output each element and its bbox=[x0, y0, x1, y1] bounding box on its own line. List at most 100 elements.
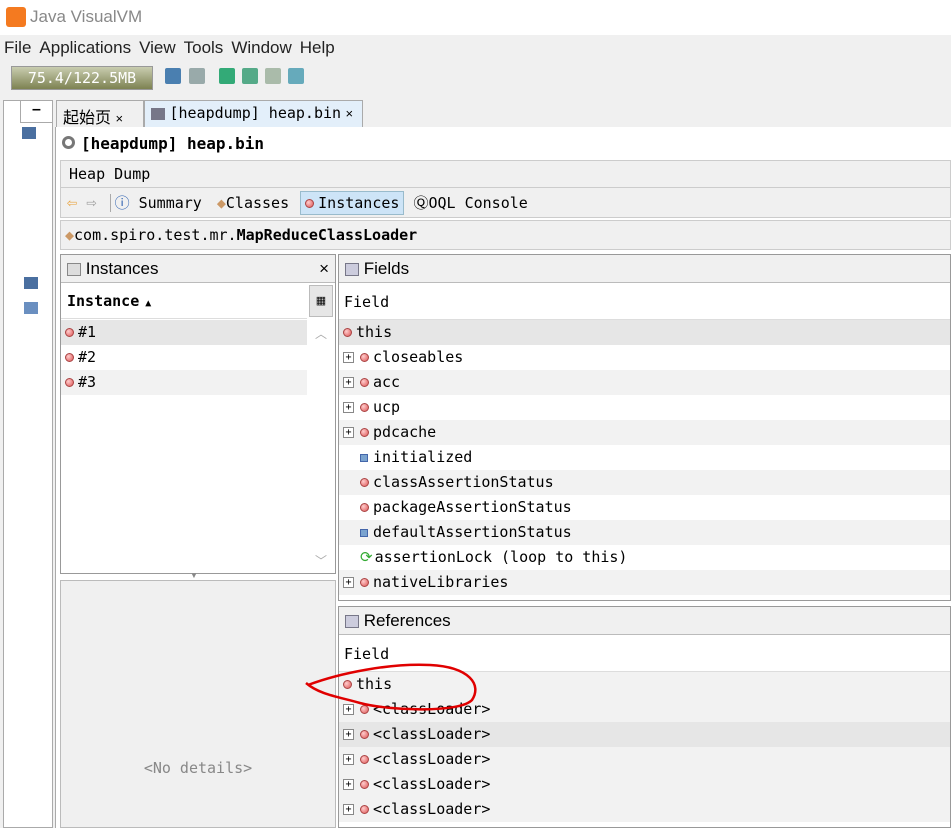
add-jmx-icon[interactable] bbox=[219, 68, 235, 84]
menu-help[interactable]: Help bbox=[296, 36, 339, 58]
class-path-bar: ◆com.spiro.test.mr.MapReduceClassLoader bbox=[60, 220, 951, 250]
field-row[interactable]: + ucp bbox=[339, 395, 950, 420]
expand-icon[interactable]: + bbox=[343, 729, 354, 740]
close-tab-icon[interactable]: × bbox=[346, 106, 354, 121]
instance-icon bbox=[65, 328, 74, 337]
column-selector-button[interactable]: ▦ bbox=[309, 285, 333, 317]
expand-icon[interactable]: + bbox=[343, 577, 354, 588]
instance-id: #2 bbox=[78, 348, 97, 366]
tree-snapshots-icon[interactable] bbox=[24, 302, 38, 314]
expand-icon[interactable]: + bbox=[343, 402, 354, 413]
expand-icon[interactable]: + bbox=[343, 779, 354, 790]
oql-label: OQL Console bbox=[428, 194, 528, 212]
reference-row[interactable]: + <classLoader> bbox=[339, 797, 950, 822]
menu-applications[interactable]: Applications bbox=[35, 36, 135, 58]
field-row[interactable]: initialized bbox=[339, 445, 950, 470]
instances-panel: Instances × Instance ▲ ▦ ︿ ﹀ #1 #2 #3 bbox=[60, 254, 336, 574]
splitter-handle[interactable]: ▼ bbox=[190, 571, 198, 580]
menu-view[interactable]: View bbox=[135, 36, 180, 58]
class-name: MapReduceClassLoader bbox=[236, 226, 418, 244]
instances-scrollbar[interactable]: ︿ ﹀ bbox=[309, 319, 333, 571]
summary-button[interactable]: ⓘ Summary bbox=[115, 194, 202, 212]
references-panel-icon bbox=[345, 615, 359, 629]
fields-tree: this + closeables + acc + ucp + pdcache initializ… bbox=[339, 320, 950, 595]
reference-row[interactable]: + <classLoader> bbox=[339, 722, 950, 747]
instance-row[interactable]: #2 bbox=[61, 345, 307, 370]
expand-icon[interactable]: + bbox=[343, 804, 354, 815]
expand-icon[interactable]: + bbox=[343, 427, 354, 438]
instance-column-label: Instance bbox=[67, 292, 140, 310]
classes-button[interactable]: ◆Classes bbox=[217, 194, 289, 212]
expand-icon[interactable]: + bbox=[343, 754, 354, 765]
red-annotation-circle bbox=[305, 663, 477, 711]
tab-start-page[interactable]: 起始页 × bbox=[56, 100, 144, 128]
field-row[interactable]: ⟳ assertionLock (loop to this) bbox=[339, 545, 950, 570]
add-remote-icon[interactable] bbox=[242, 68, 258, 84]
field-row[interactable]: this bbox=[339, 320, 950, 345]
instances-button[interactable]: Instances bbox=[300, 191, 405, 215]
close-panel-icon[interactable]: × bbox=[319, 259, 329, 279]
instance-field-icon bbox=[360, 378, 369, 387]
field-column-header[interactable]: Field bbox=[339, 283, 950, 320]
tree-remote-icon[interactable] bbox=[24, 277, 38, 289]
field-name: nativeLibraries bbox=[373, 573, 509, 591]
summary-label: Summary bbox=[138, 194, 202, 212]
close-tab-icon[interactable]: × bbox=[115, 111, 123, 126]
instances-panel-icon bbox=[67, 263, 81, 277]
menu-tools[interactable]: Tools bbox=[180, 36, 228, 58]
instance-column-header[interactable]: Instance ▲ bbox=[61, 283, 307, 319]
save-icon[interactable] bbox=[189, 68, 205, 84]
reference-icon bbox=[360, 730, 369, 739]
load-snapshot-icon[interactable] bbox=[265, 68, 281, 84]
menu-window[interactable]: Window bbox=[227, 36, 295, 58]
instance-id: #3 bbox=[78, 373, 97, 391]
field-row[interactable]: + acc bbox=[339, 370, 950, 395]
instance-field-icon bbox=[360, 478, 369, 487]
tab-heapdump[interactable]: [heapdump] heap.bin × bbox=[144, 100, 363, 128]
memory-indicator[interactable]: 75.4/122.5MB bbox=[11, 66, 153, 90]
instance-icon bbox=[65, 378, 74, 387]
primitive-field-icon bbox=[360, 528, 368, 537]
expand-icon[interactable]: + bbox=[343, 352, 354, 363]
field-name: closeables bbox=[373, 348, 464, 366]
instances-header: Instances × bbox=[61, 255, 335, 283]
field-row[interactable]: defaultAssertionStatus bbox=[339, 520, 950, 545]
field-row[interactable]: packageAssertionStatus bbox=[339, 495, 950, 520]
view-nav-bar: ⇦ ⇨ ⓘ Summary ◆Classes Instances ⓆOQL Co… bbox=[60, 188, 951, 218]
field-name: classAssertionStatus bbox=[373, 473, 554, 491]
minimize-button[interactable]: – bbox=[20, 101, 52, 123]
add-core-icon[interactable] bbox=[288, 68, 304, 84]
instance-icon bbox=[305, 199, 315, 208]
field-row[interactable]: + closeables bbox=[339, 345, 950, 370]
instance-row[interactable]: #3 bbox=[61, 370, 307, 395]
oql-console-button[interactable]: ⓆOQL Console bbox=[413, 194, 527, 212]
reference-row[interactable]: + <classLoader> bbox=[339, 747, 950, 772]
field-row[interactable]: + nativeLibraries bbox=[339, 570, 950, 595]
instance-field-icon bbox=[360, 578, 369, 587]
menu-file[interactable]: File bbox=[0, 36, 35, 58]
field-name: packageAssertionStatus bbox=[373, 498, 572, 516]
expand-icon[interactable]: + bbox=[343, 377, 354, 388]
fields-header: Fields bbox=[339, 255, 950, 283]
applications-sidebar: – bbox=[3, 100, 53, 828]
back-icon[interactable]: ⇦ bbox=[67, 193, 77, 213]
reference-name: <classLoader> bbox=[373, 725, 491, 743]
reference-icon bbox=[360, 805, 369, 814]
field-name: defaultAssertionStatus bbox=[373, 523, 572, 541]
forward-icon[interactable]: ⇨ bbox=[86, 193, 96, 213]
no-details-text: <No details> bbox=[143, 759, 253, 777]
reference-row[interactable]: + <classLoader> bbox=[339, 772, 950, 797]
field-row[interactable]: + pdcache bbox=[339, 420, 950, 445]
instance-row[interactable]: #1 bbox=[61, 320, 307, 345]
visualvm-logo-icon bbox=[6, 7, 26, 27]
loop-icon: ⟳ bbox=[360, 548, 373, 566]
tree-local-icon[interactable] bbox=[22, 127, 36, 139]
menu-bar: File Applications View Tools Window Help bbox=[0, 36, 951, 63]
info-icon: ⓘ bbox=[114, 194, 130, 212]
field-row[interactable]: classAssertionStatus bbox=[339, 470, 950, 495]
instance-icon bbox=[65, 353, 74, 362]
open-icon[interactable] bbox=[165, 68, 181, 84]
fields-panel: Fields Field this + closeables + acc + ucp + pdc… bbox=[338, 254, 951, 601]
section-title: Heap Dump bbox=[69, 165, 151, 183]
details-panel: <No details> bbox=[60, 580, 336, 828]
